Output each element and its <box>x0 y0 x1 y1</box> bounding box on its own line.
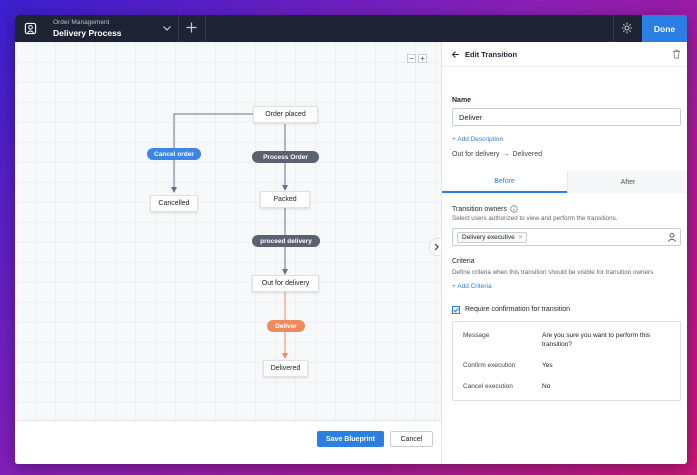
before-after-tabs: Before After <box>442 171 687 193</box>
chevron-right-icon <box>434 243 439 251</box>
owner-chip-label: Delivery executive <box>462 234 515 241</box>
flow-arrow-icon: → <box>502 151 510 158</box>
confirm-execution-value[interactable]: Yes <box>542 362 553 371</box>
chevron-down-icon[interactable] <box>161 22 173 34</box>
transition-cancel-order[interactable]: Cancel order <box>147 148 201 160</box>
flow-from-state: Out for delivery <box>452 151 500 158</box>
add-icon[interactable] <box>184 20 199 35</box>
confirmation-settings: Message Are you sure you want to perform… <box>452 321 681 401</box>
add-criteria-link[interactable]: + Add Criteria <box>452 283 492 290</box>
canvas-footer: Save Blueprint Cancel <box>15 420 441 464</box>
user-icon[interactable] <box>667 232 677 242</box>
gear-icon[interactable] <box>621 22 633 34</box>
check-icon <box>453 308 459 313</box>
owners-label: Transition owners <box>452 205 507 213</box>
remove-chip-icon[interactable]: × <box>519 235 523 241</box>
panel-header: Edit Transition <box>442 42 687 67</box>
module-name: Order Management <box>53 19 110 26</box>
owners-description: Select users authorized to view and perf… <box>452 215 618 222</box>
blueprint-window: Order Management Delivery Process Done −… <box>15 15 687 464</box>
panel-title: Edit Transition <box>465 50 518 59</box>
state-node-out-for-delivery[interactable]: Out for delivery <box>252 275 319 292</box>
transition-deliver[interactable]: Deliver <box>267 320 305 332</box>
state-node-order-placed[interactable]: Order placed <box>253 106 318 123</box>
require-confirmation-checkbox[interactable] <box>452 306 460 314</box>
edit-transition-panel: Edit Transition Name Deliver + Add Descr… <box>441 42 687 464</box>
info-icon[interactable] <box>510 205 518 213</box>
save-blueprint-button[interactable]: Save Blueprint <box>317 431 384 447</box>
transition-process-order[interactable]: Process Order <box>252 151 319 163</box>
message-value[interactable]: Are you sure you want to perform this tr… <box>542 332 662 349</box>
trash-icon[interactable] <box>672 49 681 59</box>
transition-flow: Out for delivery → Delivered <box>452 151 542 158</box>
divider <box>178 15 179 42</box>
divider <box>613 15 614 42</box>
flow-to-state: Delivered <box>512 151 543 158</box>
tab-before[interactable]: Before <box>442 171 567 193</box>
cancel-execution-value[interactable]: No <box>542 383 550 392</box>
owners-label-row: Transition owners <box>452 205 518 213</box>
cancel-execution-key: Cancel execution <box>463 383 513 390</box>
criteria-label: Criteria <box>452 258 475 265</box>
owners-select[interactable]: Delivery executive × <box>452 228 681 246</box>
back-arrow-icon[interactable] <box>451 50 460 59</box>
tab-after[interactable]: After <box>567 171 687 193</box>
state-node-packed[interactable]: Packed <box>260 191 310 208</box>
name-label: Name <box>452 97 472 104</box>
transition-proceed-delivery[interactable]: proceed delivery <box>252 235 320 247</box>
state-node-cancelled[interactable]: Cancelled <box>150 195 198 212</box>
owner-chip: Delivery executive × <box>457 232 528 243</box>
add-description-link[interactable]: + Add Description <box>452 136 503 143</box>
message-key: Message <box>463 332 490 339</box>
confirm-execution-key: Confirm execution <box>463 362 516 369</box>
require-confirmation-label: Require confirmation for transition <box>465 306 571 313</box>
name-input[interactable]: Deliver <box>452 108 681 126</box>
blueprint-canvas[interactable]: − + Order placed Cancelled Packed Out fo… <box>15 42 441 464</box>
blueprint-title[interactable]: Delivery Process <box>53 28 122 38</box>
done-button[interactable]: Done <box>642 15 687 42</box>
criteria-description: Define criteria when this transition sho… <box>452 269 654 276</box>
state-node-delivered[interactable]: Delivered <box>263 360 308 377</box>
top-bar: Order Management Delivery Process Done <box>15 15 687 42</box>
cancel-button[interactable]: Cancel <box>390 431 433 447</box>
module-icon[interactable] <box>24 22 37 35</box>
connector-lines <box>171 113 288 359</box>
divider <box>205 15 206 42</box>
